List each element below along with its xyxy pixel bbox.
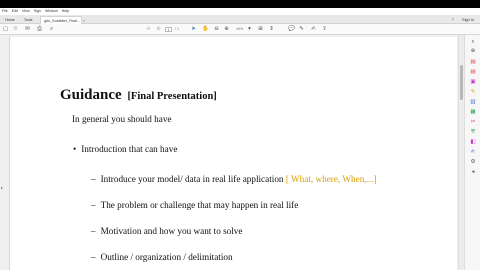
expand-icon[interactable]: ◂ <box>469 169 477 176</box>
print-icon[interactable]: ⎙ <box>36 24 43 35</box>
sub-item-1-text: Introduce your model/ data in real life … <box>100 174 284 184</box>
zoom-in-icon[interactable]: ⊕ <box>223 24 230 35</box>
bullet-item: • Introduction that can have <box>73 144 177 154</box>
dash: – <box>91 252 96 262</box>
subtitle-text: [Final Presentation] <box>127 91 217 102</box>
scroll-mode-icon[interactable]: ⇕ <box>268 24 275 35</box>
tab-bar: Home Tools gdn_Guideline_Final... × ? Sig… <box>0 15 480 24</box>
protect-icon[interactable]: ⛨ <box>469 129 477 136</box>
fit-icon[interactable]: ⊞ <box>257 24 264 35</box>
close-tab-icon[interactable]: × <box>83 19 85 23</box>
edit-pdf-icon[interactable]: ▣ <box>469 79 477 86</box>
select-icon[interactable]: ➤ <box>190 24 197 35</box>
fill-sign-icon[interactable]: ✍ <box>469 149 477 156</box>
zoom-out-icon[interactable]: ⊖ <box>213 24 220 35</box>
next-page-icon[interactable]: ⊕ <box>155 24 162 35</box>
sub-item-1-highlight: [ What, where, When,...] <box>285 174 377 184</box>
menu-help[interactable]: Help <box>62 8 69 15</box>
menu-window[interactable]: Window <box>45 8 58 15</box>
toolbar: ▢ ☆ ✉ ⎙ ⌕ ⊖ ⊕ 1 / 1 ➤ ✋ ⊖ ⊕ 49% ▾ ⊞ ⇕ 💬 … <box>0 24 480 35</box>
menu-bar: File Edit View Sign Window Help <box>0 8 480 15</box>
menu-edit[interactable]: Edit <box>12 8 18 15</box>
menu-file[interactable]: File <box>2 8 8 15</box>
tab-document[interactable]: gdn_Guideline_Final... × <box>40 16 85 24</box>
search-icon[interactable]: ⌕ <box>48 24 55 35</box>
optimize-icon[interactable]: ◧ <box>469 139 477 146</box>
page-count: / 1 <box>175 27 179 31</box>
create-pdf-icon[interactable]: ▤ <box>469 69 477 76</box>
tab-home[interactable]: Home <box>2 16 18 24</box>
menu-sign[interactable]: Sign <box>34 8 41 15</box>
tab-tools[interactable]: Tools <box>21 16 35 24</box>
dash: – <box>91 174 96 184</box>
sub-item-3: – Motivation and how you want to solve <box>91 226 242 236</box>
combine-icon[interactable]: ▥ <box>469 99 477 106</box>
more-tools-icon[interactable]: ⚙ <box>469 159 477 166</box>
email-icon[interactable]: ✉ <box>24 24 31 35</box>
intro-paragraph: In general you should have <box>72 114 172 124</box>
dash: – <box>91 226 96 236</box>
save-icon[interactable]: ▢ <box>2 24 9 35</box>
redact-icon[interactable]: ✂ <box>469 119 477 126</box>
page-title: Guidance [Final Presentation] <box>60 87 217 104</box>
scrollbar-thumb[interactable] <box>460 65 463 100</box>
sign-icon[interactable]: ✍ <box>310 24 317 35</box>
sign-in-button[interactable]: Sign In <box>462 16 474 24</box>
organize-icon[interactable]: ▦ <box>469 109 477 116</box>
zoom-dropdown-icon[interactable]: ▾ <box>246 24 253 35</box>
star-icon[interactable]: ☆ <box>12 24 19 35</box>
zoom-level[interactable]: 49% <box>236 24 243 35</box>
comment-icon[interactable]: 💬 <box>288 24 295 35</box>
page-number-input[interactable]: 1 <box>165 27 172 32</box>
title-text: Guidance <box>60 87 122 103</box>
comment-icon[interactable]: ✎ <box>469 89 477 96</box>
hand-icon[interactable]: ✋ <box>202 24 209 35</box>
right-tools-pane: ⌕ ⊕ ▤ ▤ ▣ ✎ ▥ ▦ ✂ ⛨ ◧ ✍ ⚙ ◂ <box>464 35 480 270</box>
share-icon[interactable]: ⇪ <box>321 24 328 35</box>
prev-page-icon[interactable]: ⊖ <box>145 24 152 35</box>
sub-item-2: – The problem or challenge that may happe… <box>91 200 298 210</box>
help-icon[interactable]: ? <box>452 16 454 24</box>
expand-left-panel-icon[interactable]: ▸ <box>1 185 3 190</box>
menu-view[interactable]: View <box>22 8 30 15</box>
bullet-text: Introduction that can have <box>81 144 178 154</box>
sub-item-4-text: Outline / organization / delimitation <box>100 252 233 262</box>
dash: – <box>91 200 96 210</box>
tab-document-label: gdn_Guideline_Final... <box>44 19 80 23</box>
highlight-icon[interactable]: ✎ <box>298 24 305 35</box>
bullet-dot: • <box>73 144 77 154</box>
sub-item-2-text: The problem or challenge that may happen… <box>100 200 299 210</box>
export-pdf-icon[interactable]: ▤ <box>469 59 477 66</box>
zoom-in-icon[interactable]: ⊕ <box>469 48 477 55</box>
sub-item-4: – Outline / organization / delimitation <box>91 252 233 262</box>
search-icon[interactable]: ⌕ <box>469 39 477 46</box>
sub-item-1: – Introduce your model/ data in real life… <box>91 174 377 184</box>
sub-item-3-text: Motivation and how you want to solve <box>100 226 243 236</box>
